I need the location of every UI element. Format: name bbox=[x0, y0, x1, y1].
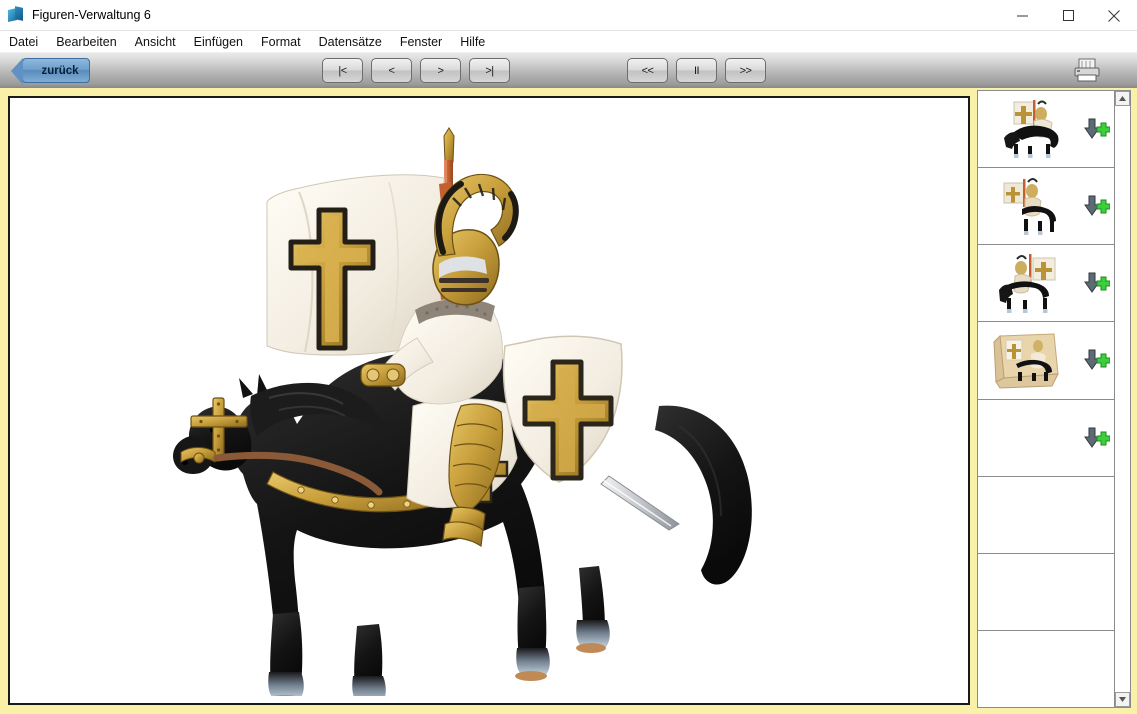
first-record-button[interactable]: |< bbox=[322, 58, 363, 83]
back-button[interactable]: zurück bbox=[22, 58, 90, 83]
window-controls bbox=[999, 0, 1137, 31]
menu-item-einfuegen[interactable]: Einfügen bbox=[194, 31, 252, 53]
menu-bar: Datei Bearbeiten Ansicht Einfügen Format… bbox=[0, 31, 1137, 53]
thumbnail-sidebar bbox=[977, 88, 1137, 714]
image-viewer[interactable] bbox=[8, 96, 970, 705]
thumbnail-image-1 bbox=[978, 91, 1080, 167]
menu-item-format[interactable]: Format bbox=[261, 31, 310, 53]
window-title: Figuren-Verwaltung 6 bbox=[32, 8, 151, 22]
title-bar: Figuren-Verwaltung 6 bbox=[0, 0, 1137, 31]
thumbnail-image-6-empty bbox=[978, 477, 1114, 553]
menu-item-ansicht[interactable]: Ansicht bbox=[135, 31, 185, 53]
scroll-down-arrow-icon[interactable] bbox=[1115, 692, 1130, 707]
maximize-icon[interactable] bbox=[1045, 0, 1091, 31]
scrollbar-track[interactable] bbox=[1115, 106, 1130, 692]
cube-icon bbox=[8, 7, 24, 23]
thumbnail-image-2 bbox=[978, 168, 1080, 244]
download-arrow-plus-icon[interactable] bbox=[1080, 195, 1114, 217]
thumbnail-row-4[interactable] bbox=[978, 322, 1114, 399]
thumbnail-row-8[interactable] bbox=[978, 631, 1114, 707]
download-arrow-plus-icon[interactable] bbox=[1080, 427, 1114, 449]
menu-item-bearbeiten[interactable]: Bearbeiten bbox=[56, 31, 125, 53]
previous-record-button[interactable]: < bbox=[371, 58, 412, 83]
thumbnail-row-1[interactable] bbox=[978, 91, 1114, 168]
download-arrow-plus-icon[interactable] bbox=[1080, 272, 1114, 294]
menu-item-datei[interactable]: Datei bbox=[9, 31, 47, 53]
thumbnail-image-8-empty bbox=[978, 631, 1114, 707]
printer-icon[interactable] bbox=[1067, 58, 1107, 84]
application-window: Figuren-Verwaltung 6 Datei Bearbeiten An… bbox=[0, 0, 1137, 714]
thumbnail-row-6[interactable] bbox=[978, 477, 1114, 554]
forward-button[interactable]: >> bbox=[725, 58, 766, 83]
scroll-up-arrow-icon[interactable] bbox=[1115, 91, 1130, 106]
record-navigation-group: |< < > >| bbox=[322, 58, 510, 83]
thumbnail-image-3 bbox=[978, 245, 1080, 321]
thumbnail-image-4 bbox=[978, 322, 1080, 398]
minimize-icon[interactable] bbox=[999, 0, 1045, 31]
thumbnail-list bbox=[977, 90, 1114, 708]
menu-item-hilfe[interactable]: Hilfe bbox=[460, 31, 494, 53]
close-icon[interactable] bbox=[1091, 0, 1137, 31]
toolbar: zurück |< < > >| << II >> bbox=[0, 53, 1137, 88]
pause-button[interactable]: II bbox=[676, 58, 717, 83]
viewer-frame bbox=[0, 88, 977, 714]
figure-image bbox=[10, 98, 968, 703]
content-area bbox=[0, 88, 1137, 714]
thumbnail-row-7[interactable] bbox=[978, 554, 1114, 631]
download-arrow-plus-icon[interactable] bbox=[1080, 118, 1114, 140]
thumbnail-row-5[interactable] bbox=[978, 400, 1114, 477]
next-record-button[interactable]: > bbox=[420, 58, 461, 83]
thumbnail-row-2[interactable] bbox=[978, 168, 1114, 245]
back-button-label: zurück bbox=[41, 65, 78, 77]
thumbnail-image-5-empty bbox=[978, 400, 1080, 476]
menu-item-datensaetze[interactable]: Datensätze bbox=[319, 31, 391, 53]
knight-figure-illustration bbox=[139, 106, 839, 696]
last-record-button[interactable]: >| bbox=[469, 58, 510, 83]
thumbnail-image-7-empty bbox=[978, 554, 1114, 630]
sidebar-scrollbar[interactable] bbox=[1114, 90, 1131, 708]
rewind-button[interactable]: << bbox=[627, 58, 668, 83]
download-arrow-plus-icon[interactable] bbox=[1080, 349, 1114, 371]
playback-controls-group: << II >> bbox=[627, 58, 766, 83]
thumbnail-row-3[interactable] bbox=[978, 245, 1114, 322]
menu-item-fenster[interactable]: Fenster bbox=[400, 31, 451, 53]
